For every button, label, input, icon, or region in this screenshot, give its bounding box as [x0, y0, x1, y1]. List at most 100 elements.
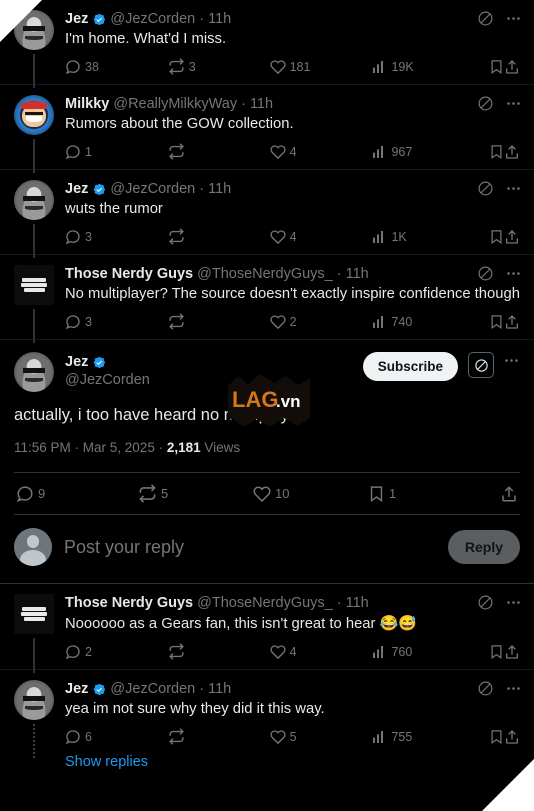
handle[interactable]: @JezCorden: [110, 180, 195, 199]
display-name[interactable]: Jez: [65, 353, 88, 371]
those-nerdy-guys-avatar[interactable]: [14, 594, 54, 634]
timestamp[interactable]: 11h: [250, 95, 273, 114]
tweet-item[interactable]: Milkky @ReallyMilkkyWay · 11h Rumors abo…: [0, 85, 534, 173]
more-options-icon[interactable]: [505, 180, 522, 197]
like-action[interactable]: 4: [270, 144, 372, 160]
display-name[interactable]: Jez: [65, 680, 88, 699]
share-action[interactable]: [504, 59, 520, 75]
reply-action[interactable]: 9: [16, 485, 138, 503]
more-options-icon[interactable]: [505, 265, 522, 282]
those-nerdy-guys-avatar[interactable]: [14, 265, 54, 305]
views-action[interactable]: 755: [371, 729, 473, 745]
jez-avatar[interactable]: [14, 352, 54, 392]
grok-icon[interactable]: [477, 95, 494, 112]
share-action[interactable]: [504, 644, 520, 660]
handle[interactable]: @JezCorden: [110, 10, 195, 29]
retweet-action[interactable]: 3: [168, 58, 270, 75]
grok-icon-button[interactable]: [468, 352, 494, 378]
reply-action[interactable]: 6: [65, 729, 168, 745]
jez-avatar[interactable]: [14, 680, 54, 720]
like-action[interactable]: 10: [253, 485, 368, 503]
handle[interactable]: @ReallyMilkkyWay: [113, 95, 237, 114]
display-name[interactable]: Those Nerdy Guys: [65, 594, 193, 613]
retweet-action[interactable]: [168, 228, 270, 245]
bookmark-action[interactable]: 1: [368, 485, 483, 502]
handle[interactable]: @JezCorden: [110, 680, 195, 699]
views-action[interactable]: 1K: [371, 229, 473, 245]
views-action[interactable]: 740: [371, 314, 473, 330]
like-action[interactable]: 5: [270, 729, 372, 745]
display-name[interactable]: Jez: [65, 10, 88, 29]
timestamp[interactable]: 11h: [208, 180, 231, 199]
reply-action[interactable]: 3: [65, 314, 168, 330]
share-action[interactable]: [504, 144, 520, 160]
retweet-count: 5: [161, 486, 169, 501]
reply-count: 3: [85, 229, 92, 244]
like-action[interactable]: 4: [270, 644, 372, 660]
display-name[interactable]: Jez: [65, 180, 88, 199]
more-options-icon[interactable]: [505, 10, 522, 27]
display-name[interactable]: Those Nerdy Guys: [65, 265, 193, 284]
timestamp[interactable]: 11h: [208, 680, 231, 699]
jez-avatar[interactable]: [14, 180, 54, 220]
milkky-avatar[interactable]: [14, 95, 54, 135]
timestamp[interactable]: 11h: [208, 10, 231, 29]
reply-item[interactable]: Jez @JezCorden · 11h yea im not sure why…: [0, 670, 534, 758]
retweet-action[interactable]: [168, 313, 270, 330]
grok-icon[interactable]: [477, 594, 494, 611]
reply-action[interactable]: 3: [65, 229, 168, 245]
avatar-column: [14, 680, 54, 758]
retweet-action[interactable]: 5: [138, 484, 253, 503]
reply-action[interactable]: 2: [65, 644, 168, 660]
like-action[interactable]: 2: [270, 314, 372, 330]
more-options-icon[interactable]: [505, 594, 522, 611]
subscribe-button[interactable]: Subscribe: [362, 352, 458, 381]
current-user-avatar[interactable]: [14, 528, 52, 566]
more-options-icon[interactable]: [505, 680, 522, 697]
grok-icon[interactable]: [477, 265, 494, 282]
retweet-action[interactable]: [168, 143, 270, 160]
show-replies-link[interactable]: Show replies: [0, 754, 534, 784]
reply-action[interactable]: 1: [65, 144, 168, 160]
tweet-item[interactable]: Jez @JezCorden · 11h I'm home. What'd I …: [0, 0, 534, 88]
views-count: 967: [391, 144, 413, 159]
timestamp[interactable]: 11h: [346, 265, 369, 284]
like-action[interactable]: 4: [270, 229, 372, 245]
more-options-icon[interactable]: [505, 95, 522, 112]
bookmark-action[interactable]: [473, 644, 504, 659]
reply-submit-button[interactable]: Reply: [447, 530, 520, 564]
grok-icon[interactable]: [477, 180, 494, 197]
bookmark-action[interactable]: [473, 729, 504, 744]
like-action[interactable]: 181: [270, 59, 372, 75]
bookmark-action[interactable]: [473, 59, 504, 74]
bookmark-action[interactable]: [473, 229, 504, 244]
handle[interactable]: @ThoseNerdyGuys_: [197, 265, 333, 284]
display-name[interactable]: Milkky: [65, 95, 109, 114]
avatar-column: [14, 95, 54, 173]
analytics-icon: [373, 230, 384, 243]
more-options-icon[interactable]: [503, 352, 520, 369]
reply-action[interactable]: 38: [65, 59, 168, 75]
share-action[interactable]: [504, 314, 520, 330]
reply-input[interactable]: [64, 536, 448, 558]
bookmark-action[interactable]: [473, 144, 504, 159]
views-action[interactable]: 967: [371, 144, 473, 160]
timestamp[interactable]: 11h: [346, 594, 369, 613]
share-action[interactable]: [483, 485, 518, 503]
grok-icon[interactable]: [477, 680, 494, 697]
retweet-icon: [168, 728, 184, 745]
bookmark-action[interactable]: [473, 314, 504, 329]
handle[interactable]: @JezCorden: [65, 371, 363, 390]
handle[interactable]: @ThoseNerdyGuys_: [197, 594, 333, 613]
views-action[interactable]: 19K: [371, 59, 473, 75]
tweet-item[interactable]: Jez @JezCorden · 11h wuts the rumor 3 4 …: [0, 170, 534, 258]
share-action[interactable]: [504, 229, 520, 245]
retweet-action[interactable]: [168, 728, 270, 745]
tweet-item[interactable]: Those Nerdy Guys @ThoseNerdyGuys_ · 11h …: [0, 255, 534, 343]
retweet-action[interactable]: [168, 643, 270, 660]
views-action[interactable]: 760: [371, 644, 473, 660]
thread-connector-line: [33, 54, 35, 88]
share-action[interactable]: [504, 729, 520, 745]
grok-icon[interactable]: [477, 10, 494, 27]
reply-item[interactable]: Those Nerdy Guys @ThoseNerdyGuys_ · 11h …: [0, 584, 534, 673]
